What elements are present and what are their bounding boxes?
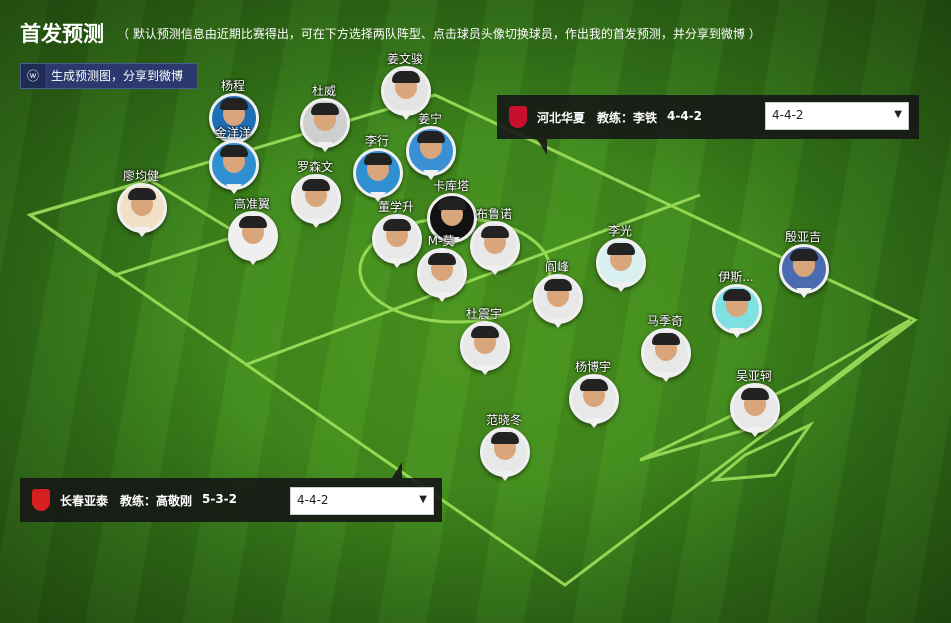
pin-tip-icon bbox=[308, 218, 324, 228]
player-avatar[interactable] bbox=[641, 328, 691, 378]
player-name: M-莫 bbox=[427, 234, 455, 248]
player-name: 廖均健 bbox=[122, 169, 159, 183]
away-panel-pointer bbox=[392, 462, 402, 478]
player-avatar[interactable] bbox=[209, 140, 259, 190]
pin-tip-icon bbox=[134, 227, 150, 237]
pin-tip-icon bbox=[729, 328, 745, 338]
pin-tip-icon bbox=[550, 318, 566, 328]
away-formation: 5-3-2 bbox=[202, 492, 238, 506]
player-avatar[interactable] bbox=[596, 238, 646, 288]
player-name: 吴亚轲 bbox=[735, 369, 772, 383]
player-name: 殷亚吉 bbox=[784, 230, 821, 244]
home-formation-select-value: 4-4-2 bbox=[772, 108, 804, 122]
player-name: 李行 bbox=[364, 134, 389, 148]
player-name: 金洋洋 bbox=[214, 126, 251, 140]
pin-tip-icon bbox=[226, 184, 242, 194]
player-avatar[interactable] bbox=[406, 126, 456, 176]
pin-tip-icon bbox=[747, 427, 763, 437]
player-avatar[interactable] bbox=[569, 374, 619, 424]
home-formation: 4-4-2 bbox=[667, 109, 703, 123]
share-label: 生成预测图，分享到微博 bbox=[51, 69, 184, 83]
share-weibo-button[interactable]: ⓦ 生成预测图，分享到微博 bbox=[20, 63, 198, 89]
away-team-badge-icon bbox=[32, 489, 50, 511]
home-panel-pointer bbox=[537, 139, 547, 155]
player-name: 布鲁诺 bbox=[475, 207, 512, 221]
player-avatar[interactable] bbox=[712, 284, 762, 334]
pin-tip-icon bbox=[487, 265, 503, 275]
player-name: 卡库塔 bbox=[432, 179, 469, 193]
page-description: （ 默认预测信息由近期比赛得出，可在下方选择两队阵型、点击球员头像切换球员，作出… bbox=[117, 26, 761, 41]
home-coach: 教练：李铁 bbox=[597, 111, 658, 125]
home-team-panel: 河北华夏 教练：李铁 4-4-2 4-4-2 ▼ bbox=[497, 95, 919, 139]
pin-tip-icon bbox=[796, 288, 812, 298]
player-name: 伊斯... bbox=[718, 270, 754, 284]
pin-tip-icon bbox=[658, 372, 674, 382]
pin-tip-icon bbox=[317, 142, 333, 152]
player-name: 罗森文 bbox=[296, 160, 333, 174]
page-header: 首发预测 （ 默认预测信息由近期比赛得出，可在下方选择两队阵型、点击球员头像切换… bbox=[20, 18, 761, 48]
player-name: 姜文骏 bbox=[386, 52, 423, 66]
player-name: 杨博宇 bbox=[574, 360, 611, 374]
dropdown-arrow-icon: ▼ bbox=[419, 494, 427, 505]
pin-tip-icon bbox=[389, 258, 405, 268]
player-avatar[interactable] bbox=[228, 211, 278, 261]
player-avatar[interactable] bbox=[470, 221, 520, 271]
pin-tip-icon bbox=[434, 292, 450, 302]
player-avatar[interactable] bbox=[779, 244, 829, 294]
player-name: 姜宁 bbox=[417, 112, 442, 126]
pin-tip-icon bbox=[586, 418, 602, 428]
away-coach: 教练：高敬刚 bbox=[120, 494, 193, 508]
home-team-name: 河北华夏 bbox=[537, 111, 586, 125]
player-avatar[interactable] bbox=[291, 174, 341, 224]
player-avatar[interactable] bbox=[353, 148, 403, 198]
player-avatar[interactable] bbox=[730, 383, 780, 433]
home-formation-select[interactable]: 4-4-2 ▼ bbox=[765, 102, 909, 130]
away-formation-select-value: 4-4-2 bbox=[297, 493, 329, 507]
pin-tip-icon bbox=[245, 255, 261, 265]
home-team-badge-icon bbox=[509, 106, 527, 128]
player-name: 马季奇 bbox=[646, 314, 683, 328]
player-avatar[interactable] bbox=[381, 66, 431, 116]
away-formation-select[interactable]: 4-4-2 ▼ bbox=[290, 487, 434, 515]
pin-tip-icon bbox=[477, 365, 493, 375]
pin-tip-icon bbox=[497, 471, 513, 481]
player-name: 董学升 bbox=[377, 200, 414, 214]
player-avatar[interactable] bbox=[460, 321, 510, 371]
away-team-name: 长春亚泰 bbox=[60, 494, 109, 508]
weibo-icon: ⓦ bbox=[21, 64, 45, 88]
player-name: 阎峰 bbox=[544, 260, 569, 274]
page-title: 首发预测 bbox=[20, 22, 104, 46]
player-name: 杜震宇 bbox=[465, 307, 502, 321]
away-team-panel: 长春亚泰 教练：高敬刚 5-3-2 4-4-2 ▼ bbox=[20, 478, 442, 522]
player-name: 高准翼 bbox=[233, 197, 270, 211]
player-name: 李光 bbox=[607, 224, 632, 238]
pin-tip-icon bbox=[613, 282, 629, 292]
player-avatar[interactable] bbox=[417, 248, 467, 298]
player-avatar[interactable] bbox=[533, 274, 583, 324]
player-name: 杜威 bbox=[311, 84, 336, 98]
dropdown-arrow-icon: ▼ bbox=[894, 109, 902, 120]
player-name: 范晓冬 bbox=[485, 413, 522, 427]
player-avatar[interactable] bbox=[117, 183, 167, 233]
player-avatar[interactable] bbox=[480, 427, 530, 477]
player-name: 杨程 bbox=[220, 79, 245, 93]
